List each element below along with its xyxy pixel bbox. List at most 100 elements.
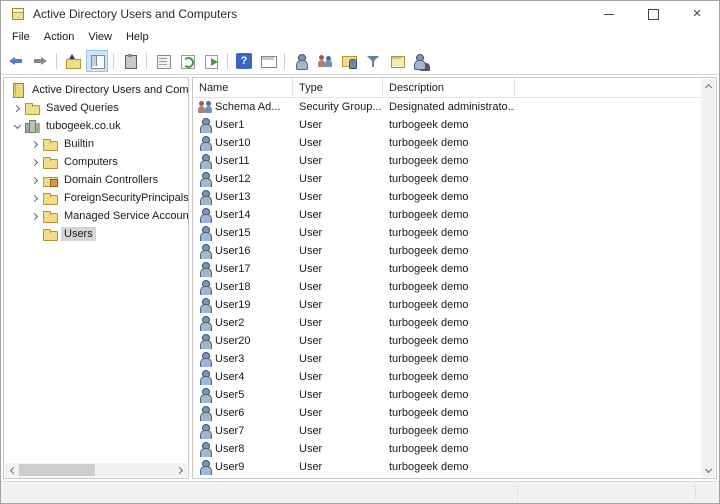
row-name: User4 bbox=[215, 371, 244, 383]
column-header-name[interactable]: Name bbox=[193, 78, 293, 97]
show-console-tree-icon[interactable] bbox=[86, 50, 108, 72]
table-row[interactable]: User18Userturbogeek demo bbox=[193, 278, 716, 296]
table-row[interactable]: Schema Ad...Security Group...Designated … bbox=[193, 98, 716, 116]
dc-folder-icon bbox=[42, 172, 58, 188]
row-description: turbogeek demo bbox=[383, 155, 515, 167]
expander-collapsed-icon[interactable] bbox=[10, 101, 24, 115]
row-name: User1 bbox=[215, 119, 244, 131]
expander-collapsed-icon[interactable] bbox=[28, 173, 42, 187]
table-row[interactable]: User15Userturbogeek demo bbox=[193, 224, 716, 242]
table-row[interactable]: User10Userturbogeek demo bbox=[193, 134, 716, 152]
refresh-icon[interactable] bbox=[176, 50, 198, 72]
table-row[interactable]: User14Userturbogeek demo bbox=[193, 206, 716, 224]
scrollbar-thumb[interactable] bbox=[19, 464, 95, 476]
menu-view[interactable]: View bbox=[81, 29, 119, 45]
row-description: turbogeek demo bbox=[383, 191, 515, 203]
main-body: Active Directory Users and Com Saved Quer… bbox=[1, 75, 719, 481]
user-edit-icon[interactable] bbox=[410, 50, 432, 72]
table-row[interactable]: User19Userturbogeek demo bbox=[193, 296, 716, 314]
table-row[interactable]: User2Userturbogeek demo bbox=[193, 314, 716, 332]
forward-arrow-icon[interactable] bbox=[29, 50, 51, 72]
user-icon bbox=[197, 261, 213, 277]
tree-item-domain-controllers[interactable]: Domain Controllers bbox=[4, 171, 188, 189]
window-view-icon[interactable] bbox=[257, 50, 279, 72]
scrollbar-track[interactable] bbox=[19, 463, 173, 477]
close-icon[interactable] bbox=[675, 1, 719, 27]
expander-expanded-icon[interactable] bbox=[10, 119, 24, 133]
table-row[interactable]: User13Userturbogeek demo bbox=[193, 188, 716, 206]
menu-action[interactable]: Action bbox=[37, 29, 82, 45]
console-tree-pane: Active Directory Users and Com Saved Quer… bbox=[3, 77, 189, 479]
maximize-icon[interactable] bbox=[631, 1, 675, 27]
expander-collapsed-icon[interactable] bbox=[28, 155, 42, 169]
tree-item-managed-service-accoun[interactable]: Managed Service Accoun bbox=[4, 207, 188, 225]
expander-slot bbox=[28, 227, 42, 241]
minimize-icon[interactable] bbox=[587, 1, 631, 27]
name-cell: User10 bbox=[193, 135, 293, 151]
row-type: User bbox=[293, 371, 383, 383]
tree-item-users[interactable]: Users bbox=[4, 225, 188, 243]
user-icon bbox=[197, 207, 213, 223]
row-name: User3 bbox=[215, 353, 244, 365]
tree-item-saved-queries[interactable]: Saved Queries bbox=[4, 99, 188, 117]
clipboard-icon[interactable] bbox=[119, 50, 141, 72]
tree-item-active-directory-users-and-com[interactable]: Active Directory Users and Com bbox=[4, 81, 188, 99]
back-arrow-icon[interactable] bbox=[5, 50, 27, 72]
scroll-up-icon[interactable] bbox=[701, 79, 715, 93]
table-row[interactable]: User5Userturbogeek demo bbox=[193, 386, 716, 404]
list-vertical-scrollbar[interactable] bbox=[701, 79, 715, 477]
export-list-icon[interactable] bbox=[200, 50, 222, 72]
expander-collapsed-icon[interactable] bbox=[28, 137, 42, 151]
table-row[interactable]: User17Userturbogeek demo bbox=[193, 260, 716, 278]
tree-item-label: tubogeek.co.uk bbox=[43, 119, 124, 133]
properties-icon[interactable] bbox=[152, 50, 174, 72]
scroll-right-icon[interactable] bbox=[173, 463, 187, 477]
table-row[interactable]: User12Userturbogeek demo bbox=[193, 170, 716, 188]
name-cell: User6 bbox=[193, 405, 293, 421]
view-options-icon[interactable] bbox=[386, 50, 408, 72]
statusbar-divider bbox=[695, 486, 696, 499]
name-cell: User5 bbox=[193, 387, 293, 403]
scroll-down-icon[interactable] bbox=[701, 463, 715, 477]
name-cell: Schema Ad... bbox=[193, 99, 293, 115]
row-type: User bbox=[293, 461, 383, 473]
table-row[interactable]: User11Userturbogeek demo bbox=[193, 152, 716, 170]
tree-item-label: Saved Queries bbox=[43, 101, 122, 115]
tree-item-foreignsecurityprincipals[interactable]: ForeignSecurityPrincipals bbox=[4, 189, 188, 207]
name-cell: User12 bbox=[193, 171, 293, 187]
column-header-type[interactable]: Type bbox=[293, 78, 383, 97]
expander-collapsed-icon[interactable] bbox=[28, 209, 42, 223]
help-icon[interactable] bbox=[233, 50, 255, 72]
name-cell: User13 bbox=[193, 189, 293, 205]
new-group-icon[interactable] bbox=[314, 50, 336, 72]
menu-help[interactable]: Help bbox=[119, 29, 156, 45]
table-row[interactable]: User8Userturbogeek demo bbox=[193, 440, 716, 458]
tree-item-tubogeek-co-uk[interactable]: tubogeek.co.uk bbox=[4, 117, 188, 135]
table-row[interactable]: User3Userturbogeek demo bbox=[193, 350, 716, 368]
up-one-level-icon[interactable] bbox=[62, 50, 84, 72]
tree-item-computers[interactable]: Computers bbox=[4, 153, 188, 171]
table-row[interactable]: User6Userturbogeek demo bbox=[193, 404, 716, 422]
row-name: User15 bbox=[215, 227, 250, 239]
tree-item-builtin[interactable]: Builtin bbox=[4, 135, 188, 153]
new-user-icon[interactable] bbox=[290, 50, 312, 72]
table-row[interactable]: User1Userturbogeek demo bbox=[193, 116, 716, 134]
scroll-left-icon[interactable] bbox=[5, 463, 19, 477]
user-icon bbox=[197, 171, 213, 187]
table-row[interactable]: User4Userturbogeek demo bbox=[193, 368, 716, 386]
menu-bar: File Action View Help bbox=[1, 27, 719, 47]
tree-horizontal-scrollbar[interactable] bbox=[5, 463, 187, 477]
add-to-group-icon[interactable] bbox=[338, 50, 360, 72]
row-type: User bbox=[293, 299, 383, 311]
row-name: User16 bbox=[215, 245, 250, 257]
expander-collapsed-icon[interactable] bbox=[28, 191, 42, 205]
column-header-description[interactable]: Description bbox=[383, 78, 515, 97]
row-type: User bbox=[293, 191, 383, 203]
table-row[interactable]: User9Userturbogeek demo bbox=[193, 458, 716, 476]
statusbar-divider bbox=[517, 486, 518, 499]
table-row[interactable]: User7Userturbogeek demo bbox=[193, 422, 716, 440]
table-row[interactable]: User20Userturbogeek demo bbox=[193, 332, 716, 350]
filter-icon[interactable] bbox=[362, 50, 384, 72]
table-row[interactable]: User16Userturbogeek demo bbox=[193, 242, 716, 260]
menu-file[interactable]: File bbox=[5, 29, 37, 45]
